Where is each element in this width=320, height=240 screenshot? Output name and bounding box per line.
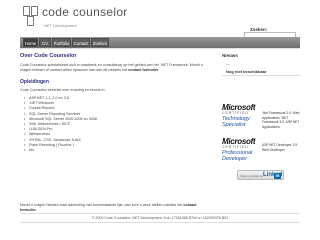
section-title: Opleidingen (20, 79, 49, 85)
intro-paragraph: Code Counselor specialiseert zich in maa… (20, 63, 205, 73)
tab-contact[interactable]: Contact (72, 38, 90, 47)
tab-zoeken[interactable]: Zoeken (91, 38, 109, 47)
nav-divider (20, 48, 300, 49)
logo-title: code counselor (42, 5, 128, 19)
outro-text: Mocht u vragen hebben naar aanleiding va… (20, 203, 183, 207)
main-navigation: Home CV Portfolio Contact Zoeken (20, 37, 300, 48)
skills-list: ASP.NET 1.1, 2.0 en 3.5 .NET Winforms Cr… (24, 96, 97, 153)
page: code counselor .NET Development Zoeken: … (0, 0, 320, 240)
ms-cert-pro-developer: Microsoft CERTIFIED Professional Develop… (222, 137, 262, 171)
outro-paragraph: Mocht u vragen hebben naar aanleiding va… (20, 203, 210, 213)
logo-icon (23, 6, 39, 26)
cert-description: .Net Framework 2.0: Web Applications .NE… (262, 111, 300, 129)
tab-portfolio[interactable]: Portfolio (52, 38, 71, 47)
page-title: Over Code Counselor (20, 53, 77, 59)
linkedin-profile-button[interactable]: View my profile on Linked in (237, 170, 284, 180)
tab-home[interactable]: Home (23, 38, 38, 47)
ms-cert-tech-specialist: Microsoft CERTIFIED Technology Specialis… (222, 103, 262, 137)
ms-level: Professional Developer (222, 150, 253, 162)
site-logo[interactable]: code counselor .NET Development (23, 4, 143, 34)
logo-subtitle: .NET Development (43, 23, 77, 28)
ms-level: Technology Specialist (222, 116, 250, 128)
intro-contact-link[interactable]: contact formulier (128, 68, 158, 72)
sidebar-divider (222, 75, 300, 76)
list-item[interactable]: — (226, 61, 230, 67)
skills-lead: Code Counselor beschikt over ervaring en… (20, 88, 106, 92)
cert-description: ASP.NET Developer 3.5 Web Developer (262, 143, 298, 152)
footer: © 2009 Code Counselor .NET Development. … (20, 213, 300, 223)
linkedin-icon: in (274, 172, 281, 179)
news-heading: Nieuws (222, 53, 238, 58)
list-item: etc. (24, 148, 97, 153)
ms-certified: CERTIFIED (222, 111, 249, 115)
news-empty-label: Nog niet beschikbaar (226, 69, 267, 74)
tab-cv[interactable]: CV (39, 38, 51, 47)
linkedin-view-text: View my profile on (240, 174, 263, 178)
ms-certified: CERTIFIED (222, 145, 249, 149)
news-list: — (226, 61, 230, 67)
intro-text: Code Counselor specialiseert zich in maa… (20, 63, 203, 72)
footer-text: © 2009 Code Counselor .NET Development. … (91, 216, 229, 220)
